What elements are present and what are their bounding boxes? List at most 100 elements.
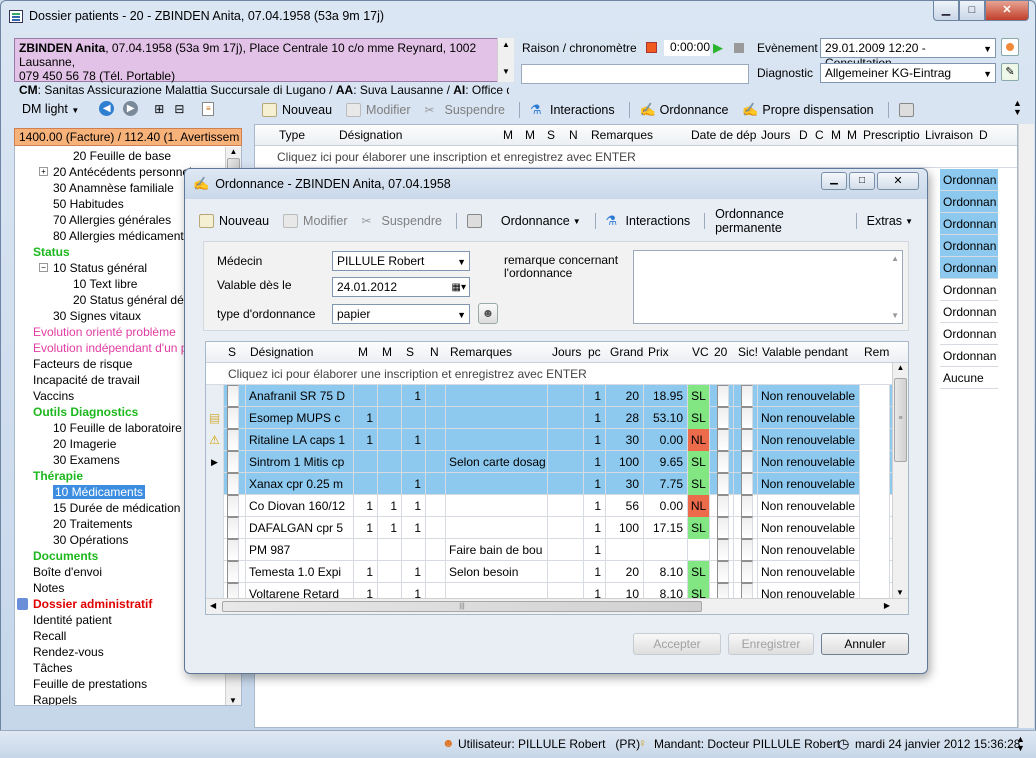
tree-item[interactable]: 20 Feuille de base — [15, 148, 241, 164]
type-select[interactable]: papier ▼ — [332, 304, 470, 324]
select-checkbox[interactable] — [227, 561, 239, 583]
livraison-cell[interactable]: Ordonnan — [940, 279, 998, 301]
checkbox-cell[interactable] — [224, 384, 246, 407]
column-header[interactable]: M — [521, 128, 543, 142]
play-icon[interactable]: ▶ — [713, 40, 723, 56]
dose-morning-cell[interactable] — [354, 384, 378, 407]
dose-night-cell[interactable] — [426, 450, 446, 473]
modify-button[interactable]: Modifier — [346, 103, 411, 117]
sic-checkbox[interactable] — [741, 561, 753, 583]
sic-checkbox[interactable] — [741, 517, 753, 539]
forward-icon[interactable]: ▶ — [123, 101, 139, 116]
dialog-interactions-button[interactable]: ⚗ Interactions — [606, 214, 691, 229]
cb20-cell[interactable] — [710, 450, 734, 473]
select-checkbox[interactable] — [227, 517, 239, 539]
valid-period-cell[interactable]: Non renouvelable — [758, 560, 860, 583]
prescription-row[interactable]: Co Diovan 160/12 1 1 1 1 56 0.00 NL Non renouvel… — [206, 494, 892, 517]
dose-morning-cell[interactable]: 1 — [354, 494, 378, 517]
maximize-button[interactable]: □ — [959, 1, 985, 21]
cb20-checkbox[interactable] — [717, 517, 729, 539]
column-header[interactable]: Type — [275, 128, 335, 142]
valid-period-cell[interactable]: Non renouvelable — [758, 516, 860, 539]
remarks2-cell[interactable] — [860, 560, 890, 583]
dialog-new-button[interactable]: Nouveau — [199, 214, 269, 228]
valid-period-cell[interactable]: Non renouvelable — [758, 450, 860, 473]
dose-evening-cell[interactable]: 1 — [402, 516, 426, 539]
tree-item[interactable]: Rappels — [15, 692, 241, 705]
patient-scrollbar[interactable]: ▲ ▼ — [497, 38, 514, 82]
calendar-icon[interactable]: ▦▾ — [452, 280, 466, 295]
days-cell[interactable] — [548, 428, 584, 451]
column-header[interactable]: Grand — [606, 345, 644, 359]
remarks-cell[interactable] — [446, 472, 548, 495]
cb20-checkbox[interactable] — [717, 495, 729, 517]
size-cell[interactable]: 28 — [606, 406, 644, 429]
checkbox-cell[interactable] — [224, 494, 246, 517]
dialog-close-button[interactable]: ✕ — [877, 172, 919, 190]
dose-midday-cell[interactable] — [378, 384, 402, 407]
column-header[interactable]: Remarques — [446, 345, 548, 359]
column-header[interactable]: Prix — [644, 345, 688, 359]
back-icon[interactable]: ◀ — [99, 101, 115, 116]
expander-icon[interactable]: − — [39, 263, 48, 272]
size-cell[interactable]: 30 — [606, 428, 644, 451]
dose-evening-cell[interactable]: 1 — [402, 428, 426, 451]
livraison-cell[interactable]: Ordonnan — [940, 257, 998, 279]
remarks2-cell[interactable] — [860, 516, 890, 539]
collapse-tree-icon[interactable]: ⊟ — [174, 102, 184, 116]
remarks2-cell[interactable] — [860, 384, 890, 407]
cb20-cell[interactable] — [710, 472, 734, 495]
column-header[interactable]: M — [827, 128, 843, 142]
designation-cell[interactable]: PM 987 — [246, 538, 354, 561]
dose-midday-cell[interactable]: 1 — [378, 516, 402, 539]
sic-cell[interactable] — [734, 516, 758, 539]
select-checkbox[interactable] — [227, 473, 239, 495]
days-cell[interactable] — [548, 560, 584, 583]
pc-cell[interactable]: 1 — [584, 450, 606, 473]
cb20-cell[interactable] — [710, 384, 734, 407]
suspend-button[interactable]: ✂ Suspendre — [425, 103, 505, 117]
dose-morning-cell[interactable]: 1 — [354, 406, 378, 429]
dose-midday-cell[interactable] — [378, 560, 402, 583]
checkbox-cell[interactable] — [224, 406, 246, 429]
livraison-cell[interactable]: Ordonnan — [940, 169, 998, 191]
cb20-cell[interactable] — [710, 406, 734, 429]
sic-cell[interactable] — [734, 472, 758, 495]
save-button[interactable]: Enregistrer — [728, 633, 814, 655]
prescription-new-entry-hint[interactable]: Cliquez ici pour élaborer une inscriptio… — [206, 363, 892, 385]
checkbox-cell[interactable] — [224, 450, 246, 473]
sic-cell[interactable] — [734, 538, 758, 561]
person-group-icon[interactable] — [1001, 38, 1019, 56]
edit-note-icon[interactable]: ✎ — [1001, 63, 1019, 81]
prescription-row[interactable]: PM 987 Faire bain de bou 1 Non renouvelable — [206, 538, 892, 561]
dose-night-cell[interactable] — [426, 406, 446, 429]
remarks-cell[interactable] — [446, 406, 548, 429]
column-header[interactable]: Prescriptio — [859, 128, 921, 142]
dose-midday-cell[interactable] — [378, 406, 402, 429]
dose-evening-cell[interactable]: 1 — [402, 384, 426, 407]
prescription-row[interactable]: Temesta 1.0 Expi 1 1 Selon besoin 1 20 8.10 SL N… — [206, 560, 892, 583]
designation-cell[interactable]: Sintrom 1 Mitis cp — [246, 450, 354, 473]
column-header[interactable]: M — [843, 128, 859, 142]
valid-period-cell[interactable]: Non renouvelable — [758, 384, 860, 407]
sic-cell[interactable] — [734, 384, 758, 407]
pc-cell[interactable]: 1 — [584, 560, 606, 583]
column-header[interactable]: S — [402, 345, 426, 359]
days-cell[interactable] — [548, 472, 584, 495]
prescription-row[interactable]: Xanax cpr 0.25 m 1 1 30 7.75 SL Non renouvelab… — [206, 472, 892, 495]
pc-cell[interactable]: 1 — [584, 428, 606, 451]
dose-night-cell[interactable] — [426, 494, 446, 517]
column-header[interactable]: S — [543, 128, 565, 142]
column-header[interactable]: Date de dép — [687, 128, 757, 142]
mode-dropdown[interactable]: DM light ▼ — [22, 102, 79, 116]
days-cell[interactable] — [548, 538, 584, 561]
livraison-cell[interactable]: Ordonnan — [940, 191, 998, 213]
cb20-checkbox[interactable] — [717, 429, 729, 451]
remarks2-cell[interactable] — [860, 406, 890, 429]
sic-cell[interactable] — [734, 450, 758, 473]
column-header[interactable]: Rema — [860, 345, 890, 359]
dose-morning-cell[interactable]: 1 — [354, 560, 378, 583]
pc-cell[interactable]: 1 — [584, 494, 606, 517]
close-button[interactable]: ✕ — [985, 1, 1029, 21]
sic-checkbox[interactable] — [741, 407, 753, 429]
